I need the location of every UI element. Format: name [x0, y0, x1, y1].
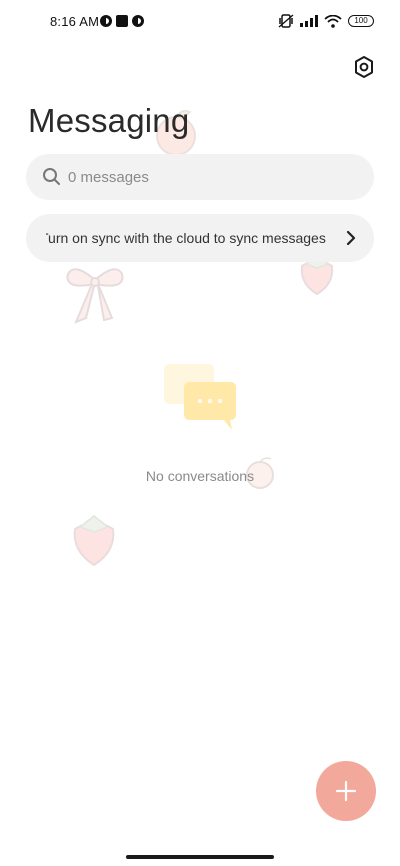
settings-button[interactable] — [350, 53, 378, 81]
home-indicator[interactable] — [126, 855, 274, 859]
wifi-icon — [324, 14, 342, 28]
chat-bubbles-icon — [164, 364, 236, 430]
status-bar: 8:16 AM 100 — [0, 0, 400, 44]
search-icon — [43, 168, 60, 185]
app-notification-icon — [116, 15, 128, 27]
system-icons: 100 — [278, 14, 374, 28]
gear-icon — [355, 56, 373, 78]
chevron-right-icon — [346, 230, 356, 246]
strawberry-doodle — [73, 515, 115, 567]
sync-banner[interactable]: Turn on sync with the cloud to sync mess… — [26, 214, 374, 262]
empty-state-text: No conversations — [145, 468, 255, 484]
plus-icon — [335, 780, 357, 802]
status-time: 8:16 AM — [50, 14, 100, 29]
app-notification-icon — [100, 15, 112, 27]
search-input[interactable]: 0 messages — [26, 154, 374, 200]
new-conversation-button[interactable] — [316, 761, 376, 821]
bow-doodle — [66, 268, 124, 324]
sync-banner-text: Turn on sync with the cloud to sync mess… — [46, 230, 326, 246]
vibrate-icon — [278, 14, 294, 28]
notification-icons — [100, 15, 144, 27]
signal-icon — [300, 15, 318, 27]
app-notification-icon — [132, 15, 144, 27]
page-title: Messaging — [28, 102, 190, 139]
battery-icon: 100 — [348, 15, 374, 27]
search-placeholder: 0 messages — [68, 169, 149, 186]
